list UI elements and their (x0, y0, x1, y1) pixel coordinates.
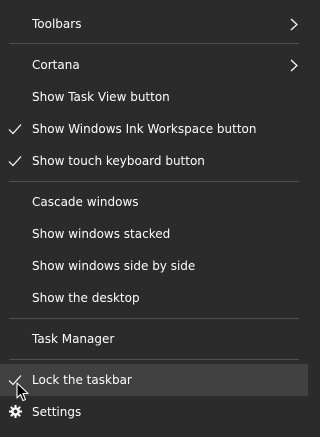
menu-item-label: Toolbars (32, 17, 82, 31)
menu-item-toolbars[interactable]: Toolbars (0, 8, 308, 40)
chevron-right-icon (290, 18, 298, 31)
taskbar-context-menu: Toolbars Cortana Show Task View button S… (0, 0, 308, 437)
menu-item-label: Cascade windows (32, 195, 139, 209)
menu-item-label: Show touch keyboard button (32, 154, 205, 168)
menu-item-label: Show the desktop (32, 291, 140, 305)
menu-separator (9, 359, 299, 360)
menu-item-show-desktop[interactable]: Show the desktop (0, 282, 308, 314)
checkmark-icon (8, 156, 22, 167)
menu-item-label: Lock the taskbar (32, 373, 132, 387)
mouse-pointer-icon (16, 382, 29, 402)
menu-item-cascade-windows[interactable]: Cascade windows (0, 186, 308, 218)
menu-item-task-manager[interactable]: Task Manager (0, 323, 308, 355)
menu-item-show-touch-keyboard[interactable]: Show touch keyboard button (0, 145, 308, 177)
menu-item-label: Show Task View button (32, 90, 170, 104)
menu-separator (9, 318, 299, 319)
menu-item-label: Cortana (32, 58, 80, 72)
checkmark-icon (8, 124, 22, 135)
menu-item-cortana[interactable]: Cortana (0, 49, 308, 81)
menu-item-label: Show windows side by side (32, 259, 196, 273)
chevron-right-icon (290, 59, 298, 72)
menu-item-label: Show windows stacked (32, 227, 171, 241)
menu-item-windows-stacked[interactable]: Show windows stacked (0, 218, 308, 250)
menu-item-show-task-view[interactable]: Show Task View button (0, 81, 308, 113)
gear-icon (8, 404, 23, 419)
menu-item-settings[interactable]: Settings (0, 396, 308, 428)
menu-item-label: Settings (32, 405, 82, 419)
menu-item-label: Show Windows Ink Workspace button (32, 122, 257, 136)
menu-item-lock-taskbar[interactable]: Lock the taskbar (0, 364, 308, 396)
menu-item-label: Task Manager (32, 332, 115, 346)
menu-separator (9, 43, 299, 44)
menu-item-windows-side-by-side[interactable]: Show windows side by side (0, 250, 308, 282)
menu-item-show-ink-workspace[interactable]: Show Windows Ink Workspace button (0, 113, 308, 145)
menu-separator (9, 181, 299, 182)
